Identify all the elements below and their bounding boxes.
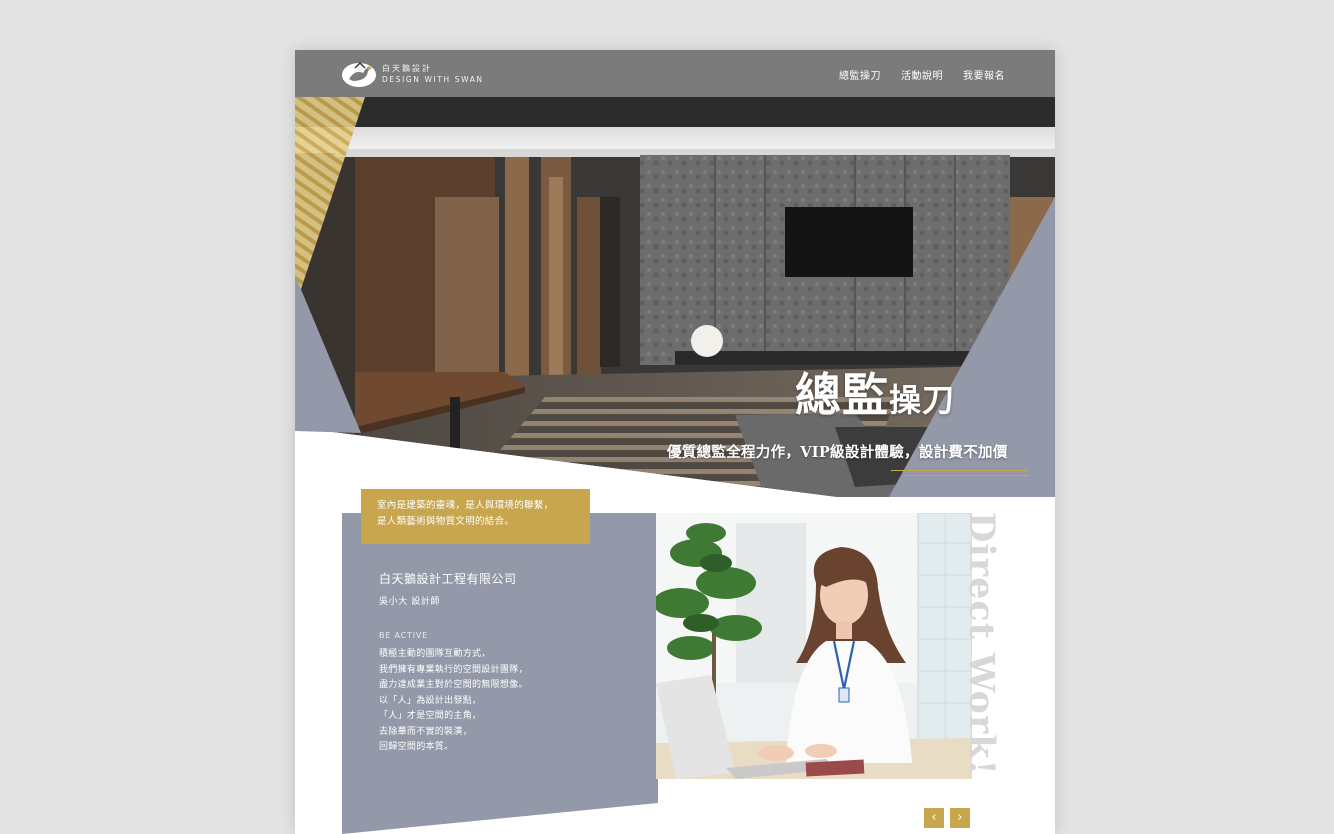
- next-arrow-button[interactable]: ›: [950, 808, 970, 828]
- hero-title-main: 總監: [795, 368, 889, 422]
- hero-title: 總監操刀: [795, 359, 955, 425]
- nav-link-signup[interactable]: 我要報名: [963, 67, 1005, 82]
- paragraph-line: 「人」才是空間的主角，: [379, 711, 482, 721]
- designer-photo: [656, 513, 972, 779]
- designer-name: 吳小大 設計師: [379, 597, 441, 607]
- prev-arrow-button[interactable]: ‹: [924, 808, 944, 828]
- tagline: BE ACTIVE: [379, 631, 428, 640]
- designer-photo-image: [656, 513, 972, 779]
- paragraph-line: 我們擁有專業執行的空間設計團隊，: [379, 664, 528, 675]
- paragraph-line: 回歸空間的本質。: [379, 742, 454, 752]
- hero-underline-2: [905, 475, 1029, 476]
- quote-line: 室內是建築的靈魂，是人與環境的聯繫，: [377, 500, 554, 511]
- quote-line: 是人類藝術與物質文明的結合。: [377, 516, 515, 527]
- hero-underline: [891, 470, 1027, 471]
- paragraph-line: 去除華而不實的裝潢，: [379, 726, 473, 737]
- nav-link-director[interactable]: 總監操刀: [839, 67, 881, 82]
- paragraph-line: 以「人」為設計出發點，: [379, 695, 482, 706]
- logo-chinese-text: 白天鵝設計: [382, 64, 432, 73]
- hero-subtitle: 優質總監全程力作，VIP級設計體驗，設計費不加價: [667, 444, 1008, 461]
- intro-paragraph: 積極主動的團隊互動方式， 我們擁有專業執行的空間設計團隊， 盡力達成業主對於空間…: [379, 647, 528, 756]
- nav-links: 總監操刀 活動說明 我要報名: [839, 67, 1005, 82]
- hero-title-small: 操刀: [889, 381, 956, 419]
- intro-quote-box: 室內是建築的靈魂，是人與環境的聯繫， 是人類藝術與物質文明的結合。: [361, 489, 590, 544]
- swan-logo-icon: [342, 61, 376, 87]
- top-navbar: 白天鵝設計 DESIGN WITH SWAN 總監操刀 活動說明 我要報名: [295, 50, 1055, 97]
- company-name: 白天鵝設計工程有限公司: [379, 572, 517, 586]
- direct-work-vertical-text: Direct Work!: [961, 512, 1002, 776]
- hero-interior-image: [295, 97, 1055, 497]
- paragraph-line: 盡力達成業主對於空間的無限想像。: [379, 680, 528, 690]
- logo-english-text: DESIGN WITH SWAN: [382, 75, 484, 84]
- landing-page: 白天鵝設計 DESIGN WITH SWAN 總監操刀 活動說明 我要報名 總監…: [295, 50, 1055, 834]
- nav-link-event[interactable]: 活動說明: [901, 67, 943, 82]
- brand-logo[interactable]: 白天鵝設計 DESIGN WITH SWAN: [341, 59, 521, 89]
- paragraph-line: 積極主動的團隊互動方式，: [379, 649, 491, 659]
- hero-banner: 總監操刀 優質總監全程力作，VIP級設計體驗，設計費不加價: [295, 97, 1055, 497]
